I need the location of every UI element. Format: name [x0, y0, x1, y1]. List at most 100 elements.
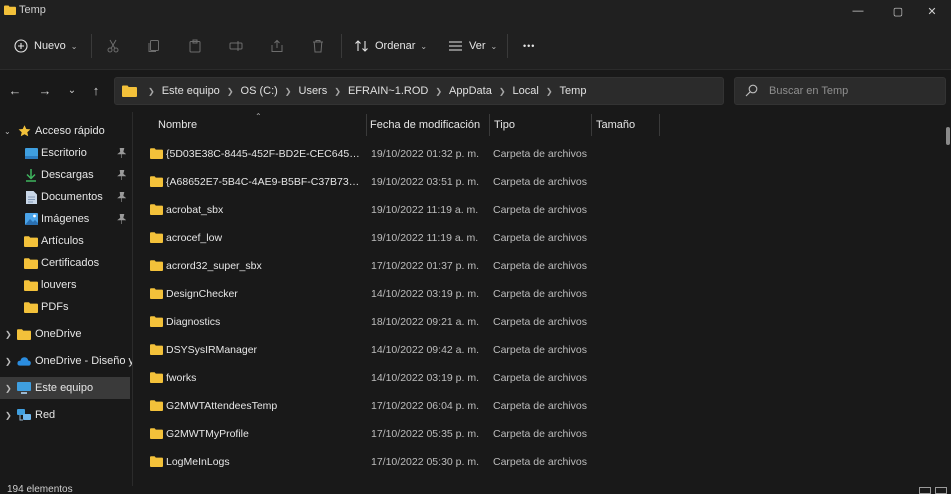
table-row[interactable]: DesignChecker 14/10/2022 03:19 p. m. Carpe… [133, 280, 943, 308]
sort-button[interactable]: Ordenar ⌄ [354, 32, 427, 60]
window-title: Temp [19, 4, 46, 16]
sidebar-item-este-equipo[interactable]: ❯ Este equipo [0, 377, 130, 399]
file-type: Carpeta de archivos [493, 288, 587, 300]
column-divider[interactable] [489, 114, 490, 136]
chevron-down-icon[interactable]: ⌄ [4, 127, 11, 136]
sidebar-item-descargas[interactable]: Descargas [0, 164, 130, 186]
table-row[interactable]: G2MWTAttendeesTemp 17/10/2022 06:04 p. m.… [133, 392, 943, 420]
large-icons-view-button[interactable] [935, 487, 947, 494]
breadcrumb-este-equipo[interactable]: Este equipo [162, 85, 220, 97]
table-row[interactable]: {5D03E38C-8445-452F-BD2E-CEC64591A... 19/… [133, 140, 943, 168]
table-row[interactable]: DSYSysIRManager 14/10/2022 09:42 a. m. Car… [133, 336, 943, 364]
plus-circle-icon [14, 39, 28, 53]
chevron-right-icon[interactable]: ❯ [5, 330, 12, 339]
sidebar-item-label: louvers [41, 279, 77, 291]
more-icon: ••• [523, 41, 536, 51]
pin-icon [117, 170, 126, 180]
chevron-right-icon[interactable]: ❯ [5, 411, 12, 420]
address-bar[interactable]: ❯ Este equipo ❯ OS (C:) ❯ Users ❯ EFRAIN… [114, 77, 827, 105]
image-icon [24, 213, 38, 225]
sidebar-item-label: Este equipo [35, 382, 94, 394]
recent-locations-button[interactable]: ⌄ [62, 80, 82, 100]
sidebar-item-onedrive-diseno[interactable]: ❯ OneDrive - Diseño y I [0, 350, 132, 372]
breadcrumb-users[interactable]: Users [299, 85, 328, 97]
folder-icon [24, 279, 38, 291]
table-row[interactable]: acrobat_sbx 19/10/2022 11:19 a. m. Carpeta… [133, 196, 943, 224]
breadcrumb-user[interactable]: EFRAIN~1.ROD [348, 85, 428, 97]
folder-icon [150, 344, 163, 358]
vertical-scrollbar[interactable] [946, 127, 950, 145]
file-date: 17/10/2022 06:04 p. m. [371, 400, 479, 412]
chevron-right-icon: ❯ [284, 86, 292, 96]
new-button[interactable]: Nuevo ⌄ [14, 32, 78, 60]
view-button[interactable]: Ver ⌄ [448, 32, 497, 60]
folder-icon [150, 400, 163, 414]
sidebar-item-red[interactable]: ❯ Red [0, 404, 130, 426]
sidebar-item-onedrive[interactable]: ❯ OneDrive [0, 323, 130, 345]
chevron-right-icon: ❯ [334, 86, 341, 96]
table-row[interactable]: fworks 14/10/2022 03:19 p. m. Carpeta de a… [133, 364, 943, 392]
table-row[interactable]: Diagnostics 18/10/2022 09:21 a. m. Carpeta… [133, 308, 943, 336]
breadcrumb-local[interactable]: Local [513, 85, 539, 97]
breadcrumb-os-c[interactable]: OS (C:) [241, 85, 278, 97]
sidebar-item-documentos[interactable]: Documentos [0, 186, 130, 208]
sidebar-item-pdfs[interactable]: PDFs [0, 296, 130, 318]
breadcrumb-appdata[interactable]: AppData [449, 85, 492, 97]
column-divider[interactable] [366, 114, 367, 136]
sidebar-item-louvers[interactable]: louvers [0, 274, 130, 296]
cut-button[interactable] [106, 32, 120, 60]
column-header-name[interactable]: Nombre [158, 119, 197, 131]
chevron-right-icon: ❯ [226, 86, 234, 96]
file-date: 19/10/2022 11:19 a. m. [371, 204, 479, 216]
column-divider[interactable] [591, 114, 592, 136]
paste-button[interactable] [188, 32, 202, 60]
chevron-down-icon: ⌄ [420, 41, 428, 51]
forward-button[interactable]: → [35, 80, 55, 100]
file-date: 19/10/2022 03:51 p. m. [371, 176, 479, 188]
file-type: Carpeta de archivos [493, 372, 587, 384]
search-input[interactable] [769, 83, 939, 99]
sidebar-item-label: OneDrive - Diseño y I [35, 355, 132, 367]
status-bar: 194 elementos [0, 484, 951, 494]
folder-icon [150, 316, 163, 330]
sidebar-item-escritorio[interactable]: Escritorio [0, 142, 130, 164]
chevron-right-icon[interactable]: ❯ [5, 357, 12, 366]
table-row[interactable]: LogMeInLogs 17/10/2022 05:30 p. m. Carpeta… [133, 448, 943, 476]
column-header-size[interactable]: Tamaño [596, 119, 635, 131]
chevron-right-icon: ❯ [435, 86, 443, 96]
details-view-button[interactable] [919, 487, 931, 494]
sidebar-item-acceso-rapido[interactable]: ⌄ Acceso rápido [0, 120, 130, 142]
search-icon [745, 84, 758, 97]
sidebar-item-certificados[interactable]: Certificados [0, 252, 130, 274]
sidebar-item-label: Documentos [41, 191, 103, 203]
table-row[interactable]: {A68652E7-5B4C-4AE9-B5BF-C37B73741... 19/… [133, 168, 943, 196]
chevron-right-icon[interactable]: ❯ [5, 384, 12, 393]
sidebar-item-label: Red [35, 409, 56, 421]
close-button[interactable]: ✕ [913, 0, 951, 22]
sidebar-item-imagenes[interactable]: Imágenes [0, 208, 130, 230]
copy-button[interactable] [147, 32, 161, 60]
column-header-type[interactable]: Tipo [494, 119, 515, 131]
file-date: 18/10/2022 09:21 a. m. [371, 316, 479, 328]
delete-button[interactable] [311, 32, 325, 60]
sidebar-item-articulos[interactable]: Artículos [0, 230, 130, 252]
file-type: Carpeta de archivos [493, 344, 587, 356]
folder-icon [150, 372, 163, 386]
maximize-button[interactable]: ▢ [879, 0, 917, 22]
table-row[interactable]: G2MWTMyProfile 17/10/2022 05:35 p. m. Carp… [133, 420, 943, 448]
navigation-pane: ⌄ Acceso rápido Escritorio Descargas Doc… [0, 112, 132, 486]
column-divider[interactable] [659, 114, 660, 136]
scissors-icon [107, 39, 119, 53]
minimize-button[interactable]: — [839, 0, 877, 22]
more-options-button[interactable]: ••• [523, 32, 535, 60]
table-row[interactable]: acrocef_low 19/10/2022 11:19 a. m. Carpeta… [133, 224, 943, 252]
breadcrumb-temp[interactable]: Temp [560, 85, 587, 97]
back-button[interactable]: ← [5, 80, 25, 100]
chevron-down-icon: ⌄ [490, 41, 498, 51]
column-header-date[interactable]: Fecha de modificación [370, 119, 480, 131]
table-row[interactable]: acrord32_super_sbx 17/10/2022 01:37 p. m.… [133, 252, 943, 280]
rename-button[interactable] [229, 32, 243, 60]
file-name: LogMeInLogs [166, 456, 230, 468]
share-button[interactable] [270, 32, 284, 60]
up-button[interactable]: ↑ [86, 80, 106, 100]
